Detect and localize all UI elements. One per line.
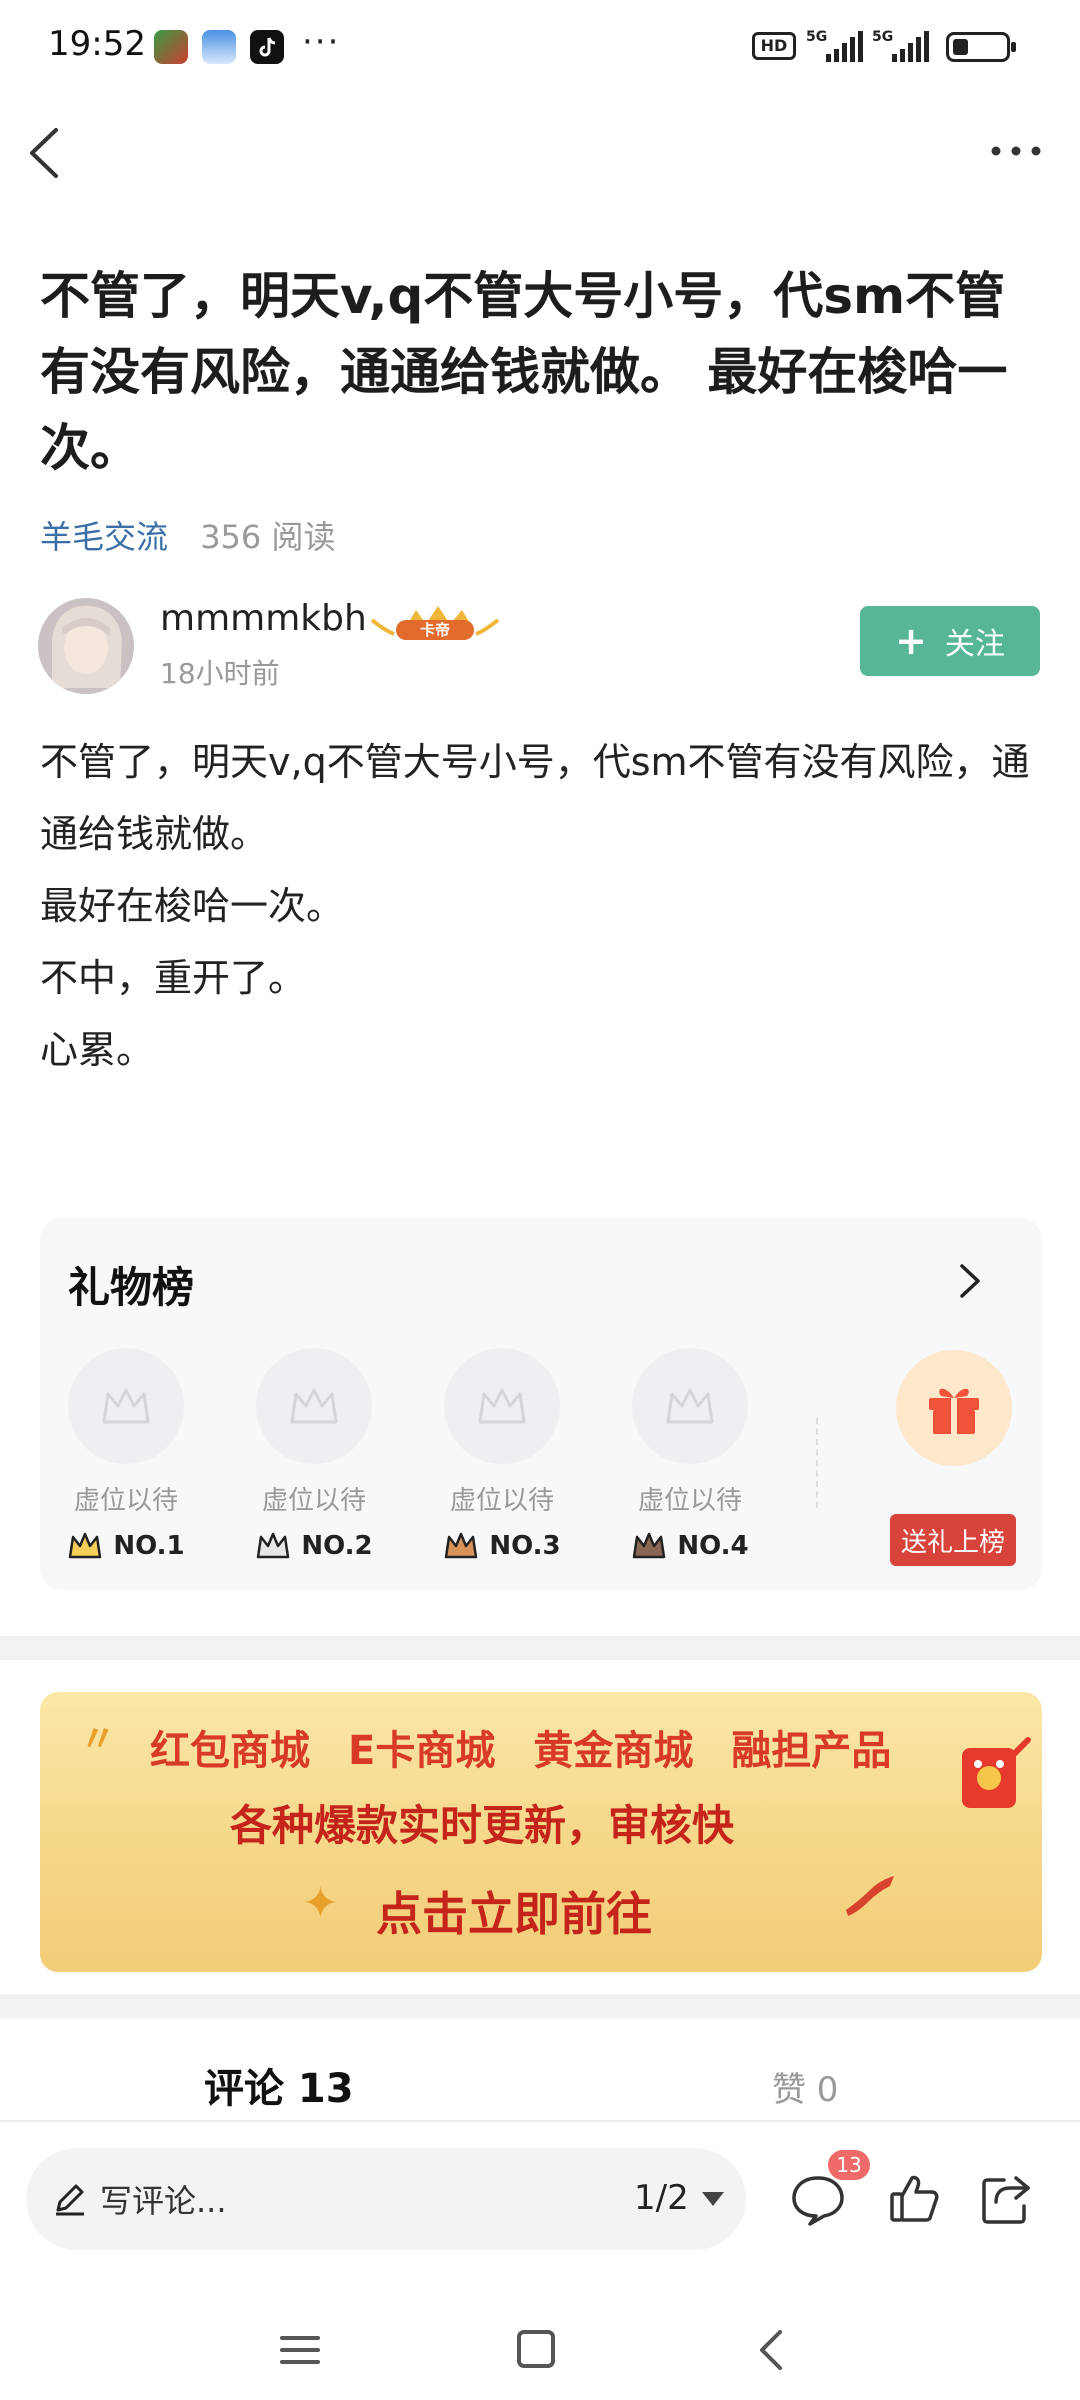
- banner-cta: 点击立即前往: [376, 1887, 652, 1941]
- gift-slot-1[interactable]: 虚位以待 NO.1: [66, 1348, 186, 1561]
- empty-crown-icon: [68, 1348, 184, 1464]
- rank: NO.3: [442, 1531, 562, 1561]
- tab-divider: [0, 2120, 1080, 2122]
- crown-badge-icon: 卡帝: [370, 606, 500, 640]
- post-title: 不管了，明天v,q不管大号小号，代sm不管有没有风险，通通给钱就做。 最好在梭哈…: [40, 267, 1008, 477]
- decorative-marks-icon: 〃: [80, 1719, 117, 1760]
- comment-input[interactable]: 写评论... 1/2: [26, 2148, 746, 2250]
- empty-crown-icon: [444, 1348, 560, 1464]
- system-navigation: [0, 2300, 1080, 2400]
- rank-label: NO.2: [301, 1531, 373, 1561]
- share-icon[interactable]: [976, 2170, 1036, 2228]
- battery-fill: [953, 39, 968, 55]
- banner-items: 红包商城 E卡商城 黄金商城 融担产品: [150, 1718, 891, 1776]
- system-back-icon[interactable]: [742, 2322, 802, 2378]
- red-envelope-mascot-icon: [962, 1737, 1031, 1808]
- chevron-right-icon[interactable]: [950, 1256, 990, 1306]
- signal-icon-2: 5G: [872, 29, 929, 62]
- like-icon[interactable]: [884, 2170, 944, 2228]
- empty-crown-icon: [632, 1348, 748, 1464]
- battery-icon: [946, 32, 1016, 62]
- comment-count-badge: 13: [828, 2150, 870, 2180]
- post-time: 18小时前: [160, 657, 280, 690]
- follow-label: 关注: [944, 627, 1005, 662]
- banner-item: 融担产品: [731, 1728, 892, 1774]
- slot-label: 虚位以待: [73, 1486, 178, 1516]
- more-notifications-icon: ···: [302, 22, 341, 62]
- category-link[interactable]: 羊毛交流: [40, 518, 168, 556]
- post-meta: 羊毛交流 356 阅读: [40, 512, 335, 558]
- banner-item: E卡商城: [348, 1728, 496, 1774]
- gift-button-icon[interactable]: [896, 1350, 1012, 1466]
- body-line: 最好在梭哈一次。: [40, 884, 345, 928]
- banner-subtitle: 各种爆款实时更新，审核快: [230, 1801, 735, 1850]
- banner-item: 黄金商城: [533, 1728, 694, 1774]
- slot-label: 虚位以待: [449, 1486, 554, 1516]
- gift-slot-3[interactable]: 虚位以待 NO.3: [442, 1348, 562, 1561]
- avatar[interactable]: [38, 598, 134, 694]
- signal-icon-1: 5G: [806, 29, 863, 62]
- comment-placeholder: 写评论...: [100, 2182, 227, 2220]
- status-time: 19:52: [48, 24, 146, 64]
- gift-board-title: 礼物榜: [68, 1263, 195, 1312]
- app-notification-icon-2: [202, 30, 236, 64]
- section-divider: [0, 1636, 1080, 1660]
- body-line: 不中，重开了。: [40, 956, 307, 1000]
- author-name[interactable]: mmmmkbh: [160, 598, 367, 639]
- gift-slot-4[interactable]: 虚位以待 NO.4: [630, 1348, 750, 1561]
- rank-label: NO.3: [489, 1531, 561, 1561]
- empty-crown-icon: [256, 1348, 372, 1464]
- tab-comments[interactable]: 评论 13: [204, 2056, 354, 2114]
- brown-crown-icon: [633, 1532, 666, 1559]
- section-divider: [0, 1994, 1080, 2018]
- caret-down-icon[interactable]: [702, 2192, 724, 2206]
- hd-icon: HD: [752, 32, 796, 60]
- slot-label: 虚位以待: [261, 1486, 366, 1516]
- promo-banner[interactable]: 〃 红包商城 E卡商城 黄金商城 融担产品 各种爆款实时更新，审核快 ✦ 点击立…: [40, 1692, 1042, 1972]
- body-line: 不管了，明天v,q不管大号小号，代sm不管有没有风险，通通给钱就做。: [40, 740, 1030, 856]
- divider: [816, 1418, 818, 1508]
- plus-icon: +: [895, 619, 927, 663]
- more-options-icon[interactable]: [986, 126, 1046, 176]
- pen-icon: [56, 2184, 84, 2216]
- signal-1-label: 5G: [806, 29, 827, 45]
- signal-2-label: 5G: [872, 29, 893, 45]
- rank: NO.2: [254, 1531, 374, 1561]
- gift-board: 礼物榜 虚位以待 NO.1 虚位以待 NO.2 虚位以待 NO.3 虚位以待 N…: [40, 1218, 1042, 1590]
- page-indicator[interactable]: 1/2: [634, 2178, 689, 2218]
- send-gift-button[interactable]: 送礼上榜: [890, 1514, 1016, 1566]
- tiktok-icon: [250, 30, 284, 64]
- rank-label: NO.4: [677, 1531, 749, 1561]
- read-count: 356 阅读: [200, 518, 336, 556]
- author-badge-label: 卡帝: [420, 621, 450, 639]
- rank: NO.1: [66, 1531, 186, 1561]
- body-line: 心累。: [40, 1028, 155, 1072]
- sparkle-icon: ✦: [302, 1878, 339, 1929]
- bronze-crown-icon: [445, 1532, 478, 1559]
- red-ribbon-icon: [846, 1876, 894, 1916]
- banner-item: 红包商城: [150, 1728, 310, 1774]
- tab-likes[interactable]: 赞 0: [772, 2062, 838, 2111]
- slot-label: 虚位以待: [637, 1486, 742, 1516]
- status-bar: 19:52 ··· HD 5G 5G: [0, 0, 1080, 96]
- home-icon[interactable]: [506, 2322, 566, 2378]
- rank-label: NO.1: [113, 1531, 185, 1561]
- rank: NO.4: [630, 1531, 750, 1561]
- menu-icon[interactable]: [270, 2322, 330, 2378]
- follow-button[interactable]: + 关注: [860, 606, 1040, 676]
- gift-slot-2[interactable]: 虚位以待 NO.2: [254, 1348, 374, 1561]
- post-body: 不管了，明天v,q不管大号小号，代sm不管有没有风险，通通给钱就做。 最好在梭哈…: [40, 726, 1050, 1086]
- silver-crown-icon: [257, 1532, 290, 1559]
- gold-crown-icon: [69, 1532, 102, 1559]
- app-notification-icon-1: [154, 30, 188, 64]
- back-icon[interactable]: [18, 118, 78, 188]
